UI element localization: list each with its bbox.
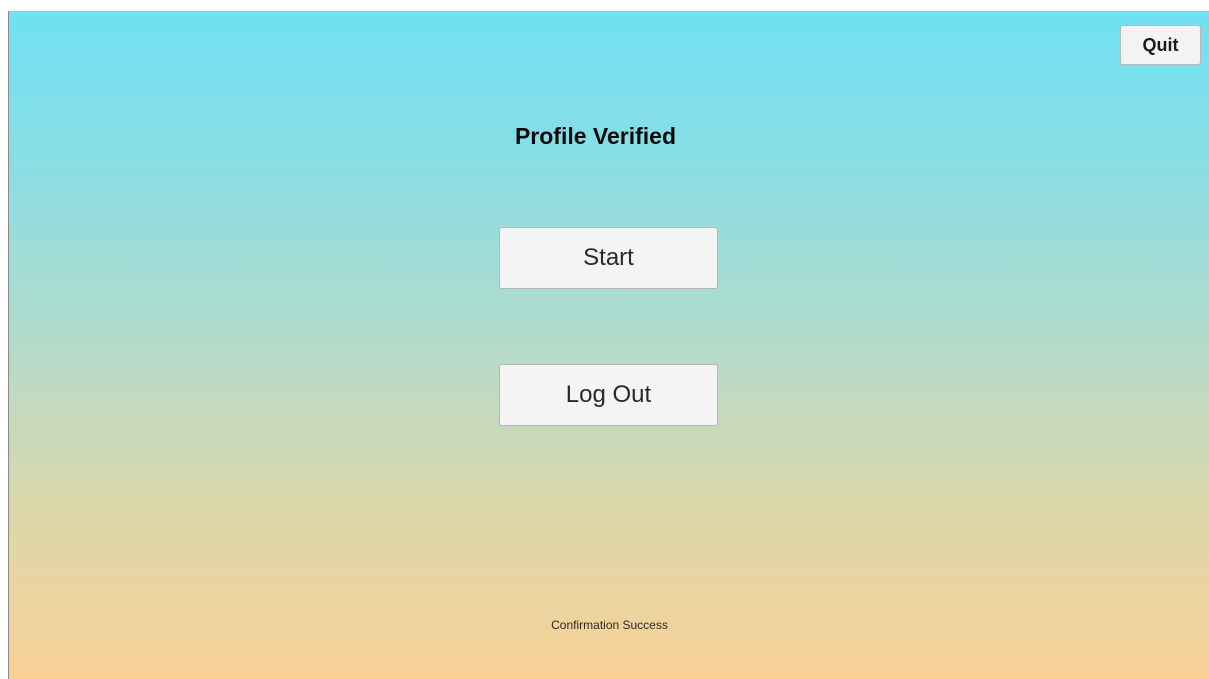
log-out-button[interactable]: Log Out — [499, 364, 718, 426]
game-screen: Quit Profile Verified Start Log Out Conf… — [8, 11, 1209, 679]
app-window: Quit Profile Verified Start Log Out Conf… — [0, 0, 1209, 679]
start-button[interactable]: Start — [499, 227, 718, 289]
quit-button[interactable]: Quit — [1120, 25, 1201, 65]
page-title: Profile Verified — [514, 123, 677, 149]
status-message: Confirmation Success — [551, 618, 668, 632]
